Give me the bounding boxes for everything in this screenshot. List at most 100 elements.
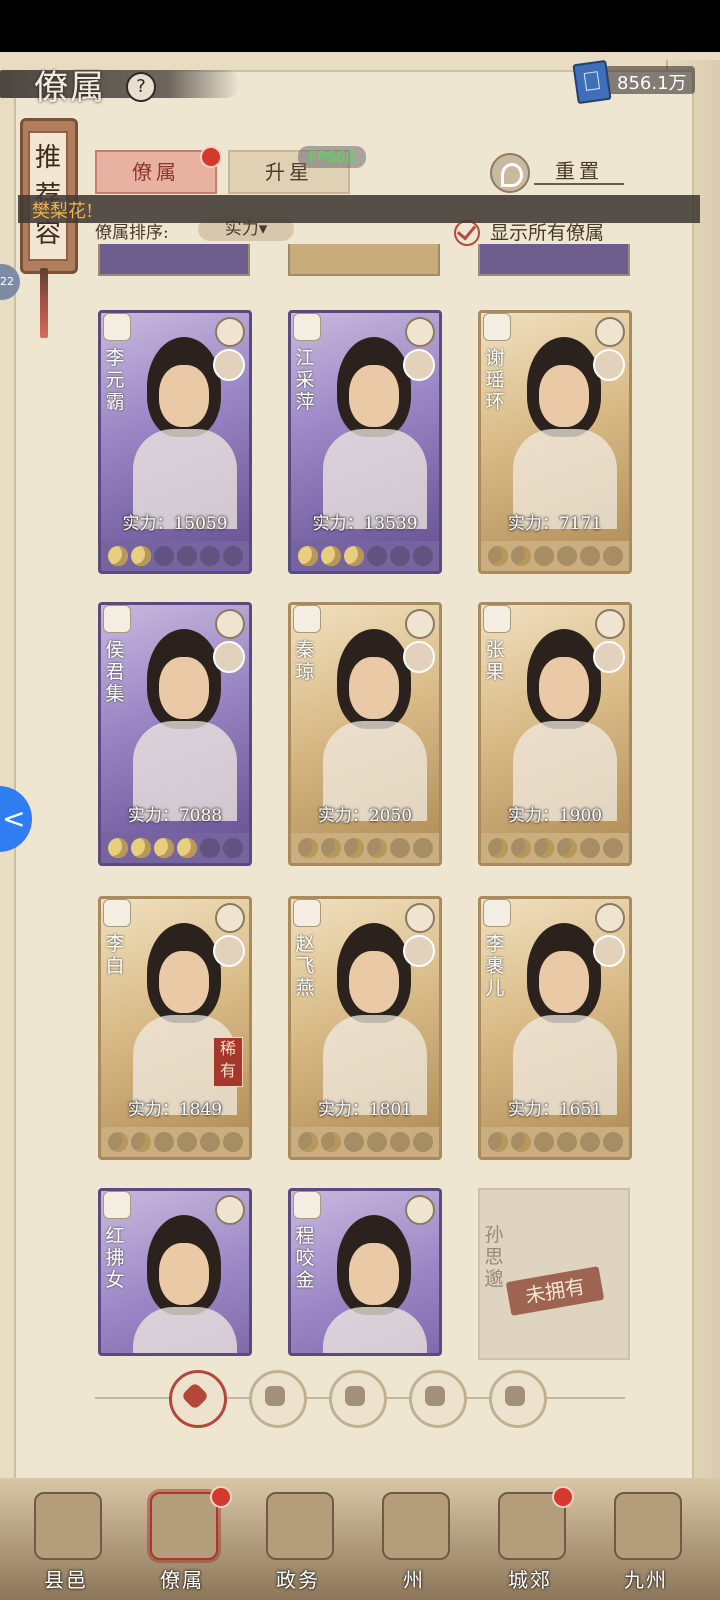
star-moons — [291, 833, 439, 863]
retainer-card[interactable]: 程咬金 — [288, 1188, 442, 1356]
moon-icon — [176, 546, 197, 566]
class-icon — [215, 1195, 245, 1225]
scroll-tassel — [40, 268, 48, 338]
card-name: 李元霸 — [105, 347, 125, 413]
companion-avatar — [403, 641, 435, 673]
nav-label: 县邑 — [44, 1568, 88, 1592]
moon-icon — [343, 1132, 364, 1152]
moon-icon — [343, 546, 364, 566]
class-icon — [405, 609, 435, 639]
moon-icon — [153, 1132, 174, 1152]
card-name: 孙思邈 — [484, 1224, 504, 1290]
class-icon — [405, 1195, 435, 1225]
class-icon — [405, 903, 435, 933]
card-partial[interactable] — [98, 244, 250, 276]
moon-icon — [343, 838, 364, 858]
affairs-icon — [266, 1492, 334, 1560]
moon-icon — [412, 838, 433, 858]
moon-icon — [222, 1132, 243, 1152]
moon-icon — [153, 546, 174, 566]
retainer-card[interactable]: 李裹儿 实力：1651 — [478, 896, 632, 1160]
nav-prefecture[interactable]: 州 — [364, 1486, 464, 1596]
moon-icon — [107, 838, 128, 858]
retainer-card[interactable]: 侯君集 实力：7088 — [98, 602, 252, 866]
reset-icon[interactable] — [490, 153, 530, 193]
moon-icon — [176, 1132, 197, 1152]
moon-icon — [510, 1132, 531, 1152]
moon-icon — [320, 838, 341, 858]
help-icon[interactable]: ? — [126, 72, 156, 102]
moon-icon — [533, 838, 554, 858]
card-name: 李白 — [105, 933, 125, 977]
faction-icon — [483, 605, 511, 633]
card-name: 侯君集 — [105, 639, 125, 705]
moon-icon — [533, 546, 554, 566]
currency-display[interactable]: 856.1万 — [572, 59, 695, 105]
moon-icon — [366, 546, 387, 566]
filter-type4-icon[interactable] — [489, 1370, 547, 1428]
retainer-card[interactable]: 李白实力：1849 稀有 — [98, 896, 252, 1160]
nav-affairs[interactable]: 政务 — [248, 1486, 348, 1596]
not-owned-stamp: 未拥有 — [505, 1266, 605, 1316]
card-power: 实力：1849 — [127, 1100, 223, 1120]
filter-type3-icon[interactable] — [409, 1370, 467, 1428]
nav-notification-dot — [552, 1486, 574, 1508]
filter-all-icon[interactable] — [169, 1370, 227, 1428]
moon-icon — [222, 546, 243, 566]
moon-icon — [556, 1132, 577, 1152]
star-moons — [481, 1127, 629, 1157]
rare-badge: 稀有 — [213, 1037, 243, 1087]
retainer-card[interactable]: 红拂女 — [98, 1188, 252, 1356]
star-moons — [481, 833, 629, 863]
moon-icon — [222, 838, 243, 858]
county-icon — [34, 1492, 102, 1560]
retainer-card[interactable]: 李元霸实力：15059 — [98, 310, 252, 574]
currency-amount: 856.1万 — [617, 73, 687, 94]
card-power: 实力：2050 — [317, 806, 413, 826]
class-icon — [405, 317, 435, 347]
moon-icon — [366, 838, 387, 858]
portrait-figure — [319, 1215, 431, 1353]
retainer-card-locked[interactable]: 孙思邈 未拥有 — [478, 1188, 630, 1360]
filter-type2-icon[interactable] — [329, 1370, 387, 1428]
moon-icon — [510, 838, 531, 858]
companion-avatar — [593, 935, 625, 967]
retainer-card[interactable]: 赵飞燕 实力：1801 — [288, 896, 442, 1160]
card-power: 实力：15059 — [122, 514, 228, 534]
moon-icon — [297, 546, 318, 566]
show-all-checkbox[interactable] — [454, 220, 480, 246]
page-title: 僚属 — [34, 68, 106, 108]
reset-button[interactable]: 重置 — [534, 155, 624, 185]
nav-nine-provinces[interactable]: 九州 — [596, 1486, 696, 1596]
companion-avatar — [403, 935, 435, 967]
moon-icon — [389, 1132, 410, 1152]
companion-avatar — [593, 641, 625, 673]
moon-icon — [487, 1132, 508, 1152]
retainer-card[interactable]: 张果 实力：1900 — [478, 602, 632, 866]
retainer-card[interactable]: 秦琼 实力：2050 — [288, 602, 442, 866]
tab-retainers[interactable]: 僚属 — [95, 150, 217, 194]
moon-icon — [487, 838, 508, 858]
banner-text: 樊梨花! — [32, 201, 94, 222]
retainer-card[interactable]: 江采萍 实力：13539 — [288, 310, 442, 574]
faction-icon — [293, 1191, 321, 1219]
moon-icon — [412, 546, 433, 566]
moon-icon — [389, 546, 410, 566]
nav-county[interactable]: 县邑 — [16, 1486, 116, 1596]
class-icon — [215, 317, 245, 347]
card-partial[interactable] — [288, 244, 440, 276]
star-moons — [481, 541, 629, 571]
nav-retainers[interactable]: 僚属 — [132, 1486, 232, 1596]
moon-icon — [107, 1132, 128, 1152]
card-name: 张果 — [485, 639, 505, 683]
nav-suburbs[interactable]: 城郊 — [480, 1486, 580, 1596]
moon-icon — [487, 546, 508, 566]
moon-icon — [366, 1132, 387, 1152]
nav-label: 城郊 — [508, 1568, 552, 1592]
filter-type1-icon[interactable] — [249, 1370, 307, 1428]
card-power: 实力：1651 — [507, 1100, 603, 1120]
moon-icon — [602, 838, 623, 858]
retainer-card[interactable]: 谢瑶环 实力：7171 — [478, 310, 632, 574]
moon-icon — [533, 1132, 554, 1152]
card-partial[interactable] — [478, 244, 630, 276]
